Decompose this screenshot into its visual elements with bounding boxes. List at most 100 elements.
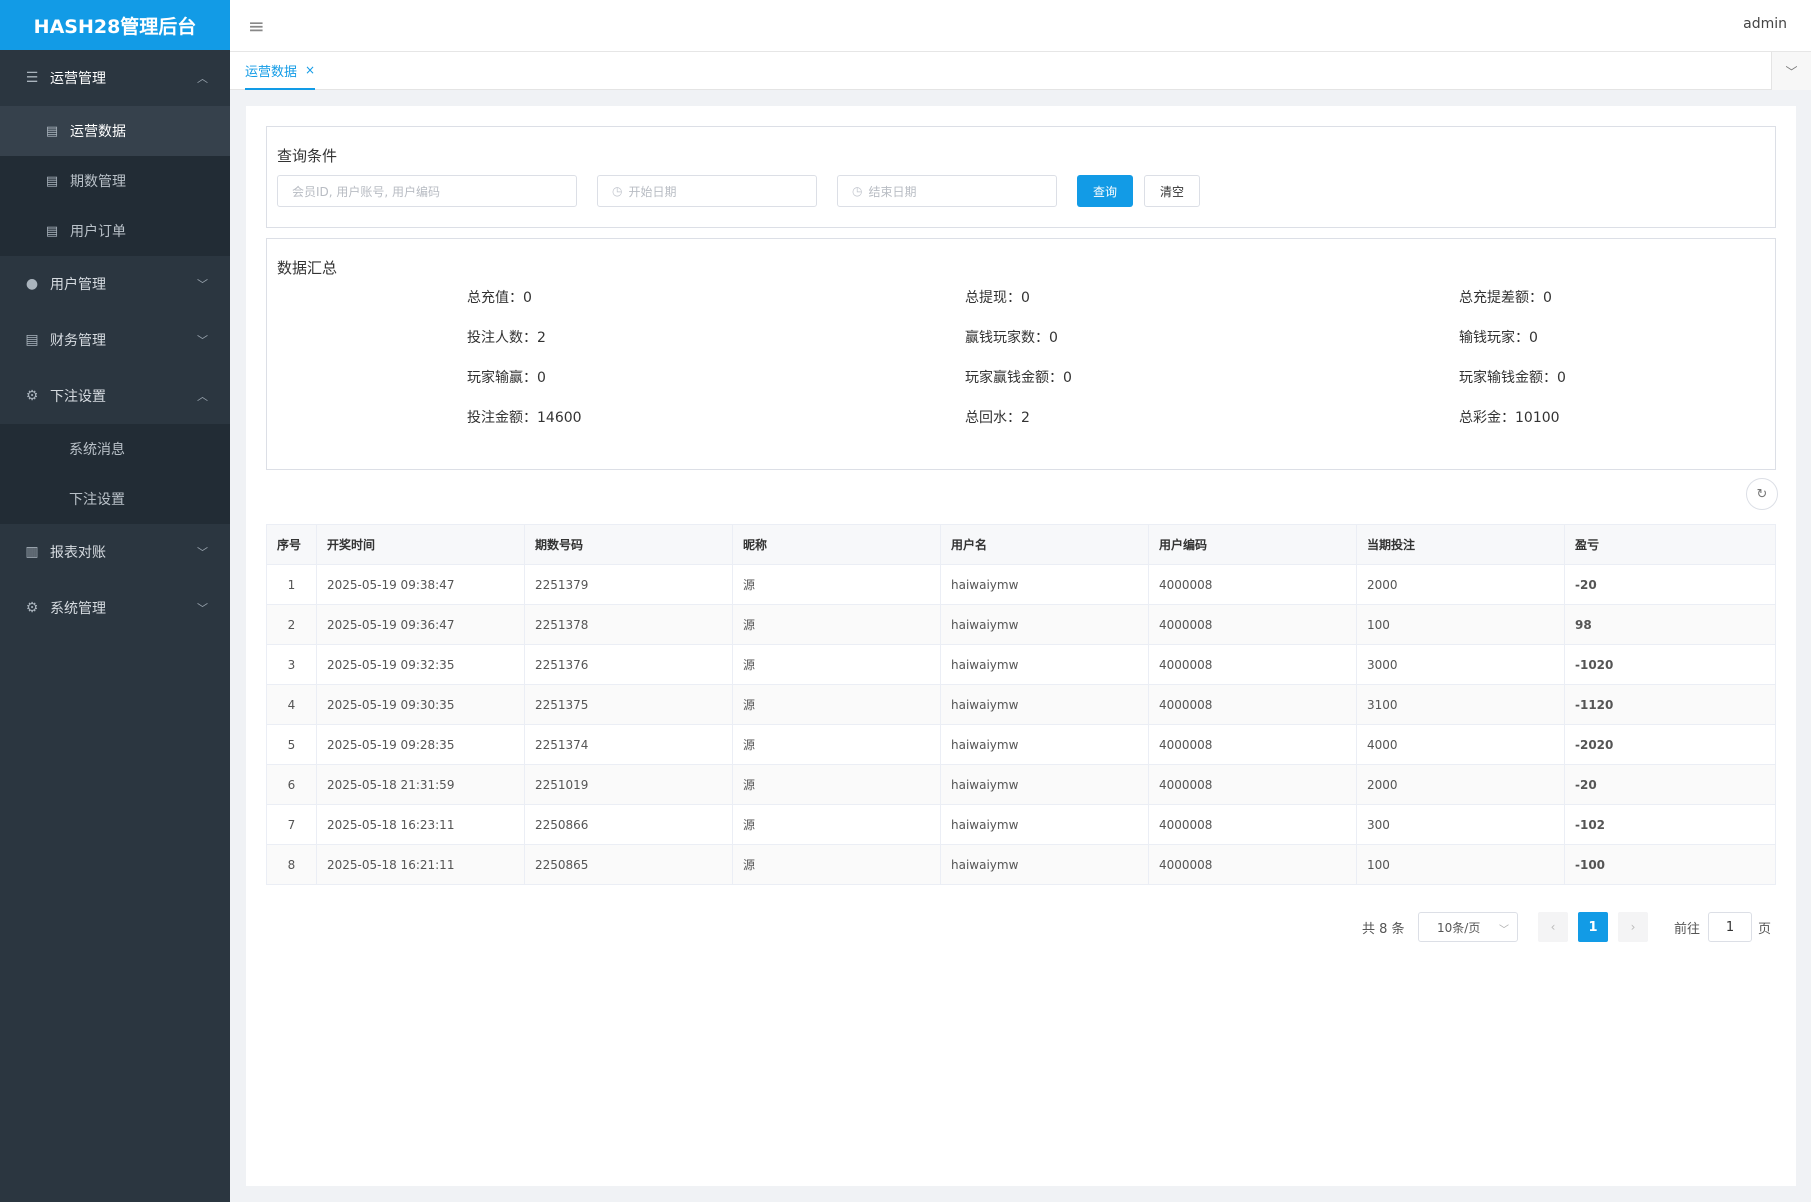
goto-label: 前往 — [1674, 922, 1701, 937]
submenu-operations: ▤ 运营数据 ▤ 期数管理 ▤ 用户订单 — [0, 106, 230, 256]
sidebar-group-operations[interactable]: ☰ 运营管理 ︿ — [0, 50, 230, 106]
cell-draw-time: 2025-05-18 21:31:59 — [316, 764, 525, 805]
stat-losing-players: 输钱玩家：0 — [1459, 330, 1538, 346]
cell-index: 5 — [266, 724, 317, 765]
table-header-row: 序号 开奖时间 期数号码 昵称 用户名 用户编码 当期投注 盈亏 — [266, 524, 1776, 565]
doc-icon: ▤ — [45, 173, 59, 189]
col-period: 期数号码 — [524, 524, 733, 565]
cell-user-code: 4000008 — [1148, 764, 1357, 805]
sidebar-group-bet-settings[interactable]: ⚙ 下注设置 ︿ — [0, 368, 230, 424]
cell-period: 2251019 — [524, 764, 733, 805]
member-search-input[interactable]: 会员ID, 用户账号, 用户编码 — [277, 175, 577, 207]
query-title: 查询条件 — [277, 147, 338, 165]
chevron-down-icon: ﹀ — [197, 546, 208, 559]
col-user-code: 用户编码 — [1148, 524, 1357, 565]
search-button[interactable]: 查询 — [1077, 175, 1133, 207]
start-date-placeholder: 开始日期 — [628, 184, 677, 199]
table-row: 3 2025-05-19 09:32:35 2251376 源 haiwaiym… — [266, 644, 1776, 685]
cell-current-bet: 2000 — [1356, 564, 1565, 605]
cell-user-code: 4000008 — [1148, 564, 1357, 605]
stat-player-win-amount: 玩家赢钱金额：0 — [965, 370, 1072, 386]
cell-index: 1 — [266, 564, 317, 605]
tab-label: 运营数据 — [245, 64, 298, 80]
cell-username: haiwaiymw — [940, 564, 1149, 605]
cell-draw-time: 2025-05-19 09:38:47 — [316, 564, 525, 605]
cell-index: 4 — [266, 684, 317, 725]
cell-username: haiwaiymw — [940, 804, 1149, 845]
pagination: 共 8 条 10条/页 ﹀ ‹ 1 › 前往 1 页 — [246, 912, 1796, 942]
cell-user-code: 4000008 — [1148, 844, 1357, 885]
tab-operation-data[interactable]: 运营数据 × — [245, 52, 316, 90]
page-size-select[interactable]: 10条/页 ﹀ — [1418, 912, 1518, 942]
data-table: 序号 开奖时间 期数号码 昵称 用户名 用户编码 当期投注 盈亏 1 2025-… — [266, 524, 1776, 885]
sidebar-group-label: 用户管理 — [50, 277, 106, 293]
stat-recharge-withdraw-diff: 总充提差额：0 — [1459, 290, 1552, 306]
sidebar-item-operation-data[interactable]: ▤ 运营数据 — [0, 106, 230, 156]
table-row: 5 2025-05-19 09:28:35 2251374 源 haiwaiym… — [266, 724, 1776, 765]
sidebar-item-label: 运营数据 — [70, 124, 126, 140]
cell-current-bet: 3100 — [1356, 684, 1565, 725]
cell-draw-time: 2025-05-18 16:21:11 — [316, 844, 525, 885]
chevron-up-icon: ︿ — [197, 72, 208, 85]
brand-title: HASH28管理后台 — [0, 0, 230, 50]
cell-profit-loss: -100 — [1564, 844, 1776, 885]
cell-index: 7 — [266, 804, 317, 845]
cell-period: 2250866 — [524, 804, 733, 845]
cell-nickname: 源 — [732, 564, 941, 605]
cell-profit-loss: 98 — [1564, 604, 1776, 645]
sidebar-item-bet-settings[interactable]: 下注设置 — [0, 474, 230, 524]
table-row: 1 2025-05-19 09:38:47 2251379 源 haiwaiym… — [266, 564, 1776, 605]
table-row: 8 2025-05-18 16:21:11 2250865 源 haiwaiym… — [266, 844, 1776, 885]
table-row: 2 2025-05-19 09:36:47 2251378 源 haiwaiym… — [266, 604, 1776, 645]
clear-button[interactable]: 清空 — [1144, 175, 1200, 207]
cell-username: haiwaiymw — [940, 724, 1149, 765]
cell-current-bet: 100 — [1356, 604, 1565, 645]
sidebar-group-reports[interactable]: ▥ 报表对账 ﹀ — [0, 524, 230, 580]
gear-icon: ⚙ — [25, 600, 39, 616]
sidebar-item-period-management[interactable]: ▤ 期数管理 — [0, 156, 230, 206]
cell-period: 2251375 — [524, 684, 733, 725]
cell-profit-loss: -102 — [1564, 804, 1776, 845]
close-icon[interactable]: × — [305, 63, 315, 77]
cell-profit-loss: -20 — [1564, 564, 1776, 605]
end-date-input[interactable]: ◷ 结束日期 — [837, 175, 1057, 207]
chevron-down-icon: ﹀ — [197, 278, 208, 291]
user-menu[interactable]: admin — [1743, 16, 1787, 32]
cell-user-code: 4000008 — [1148, 684, 1357, 725]
cell-username: haiwaiymw — [940, 644, 1149, 685]
chevron-down-icon[interactable]: ﹀ — [1771, 52, 1811, 90]
sidebar-group-label: 报表对账 — [50, 545, 106, 561]
page-number-current[interactable]: 1 — [1578, 912, 1608, 942]
sidebar-item-user-orders[interactable]: ▤ 用户订单 — [0, 206, 230, 256]
goto-page-input[interactable]: 1 — [1708, 912, 1752, 942]
sidebar-item-label: 系统消息 — [69, 442, 125, 458]
sidebar-group-system[interactable]: ⚙ 系统管理 ﹀ — [0, 580, 230, 636]
prev-page-button[interactable]: ‹ — [1538, 912, 1568, 942]
start-date-input[interactable]: ◷ 开始日期 — [597, 175, 817, 207]
refresh-icon[interactable]: ↻ — [1746, 478, 1778, 510]
member-search-placeholder: 会员ID, 用户账号, 用户编码 — [292, 184, 441, 199]
sidebar-group-label: 系统管理 — [50, 601, 106, 617]
cell-period: 2251374 — [524, 724, 733, 765]
stat-winning-players: 赢钱玩家数：0 — [965, 330, 1058, 346]
doc-icon: ▤ — [45, 123, 59, 139]
sidebar-group-finance[interactable]: ▤ 财务管理 ﹀ — [0, 312, 230, 368]
menu-toggle-icon[interactable]: ≡ — [248, 14, 265, 38]
top-bar: ≡ admin — [230, 0, 1811, 52]
cell-index: 3 — [266, 644, 317, 685]
cell-nickname: 源 — [732, 844, 941, 885]
col-draw-time: 开奖时间 — [316, 524, 525, 565]
table-row: 6 2025-05-18 21:31:59 2251019 源 haiwaiym… — [266, 764, 1776, 805]
cell-current-bet: 300 — [1356, 804, 1565, 845]
cell-draw-time: 2025-05-19 09:36:47 — [316, 604, 525, 645]
cell-period: 2251379 — [524, 564, 733, 605]
col-username: 用户名 — [940, 524, 1149, 565]
sidebar-group-users[interactable]: ● 用户管理 ﹀ — [0, 256, 230, 312]
cell-nickname: 源 — [732, 644, 941, 685]
table-row: 7 2025-05-18 16:23:11 2250866 源 haiwaiym… — [266, 804, 1776, 845]
sidebar-item-system-messages[interactable]: 系统消息 — [0, 424, 230, 474]
cell-draw-time: 2025-05-19 09:28:35 — [316, 724, 525, 765]
next-page-button[interactable]: › — [1618, 912, 1648, 942]
stat-total-withdraw: 总提现：0 — [965, 290, 1030, 306]
col-current-bet: 当期投注 — [1356, 524, 1565, 565]
